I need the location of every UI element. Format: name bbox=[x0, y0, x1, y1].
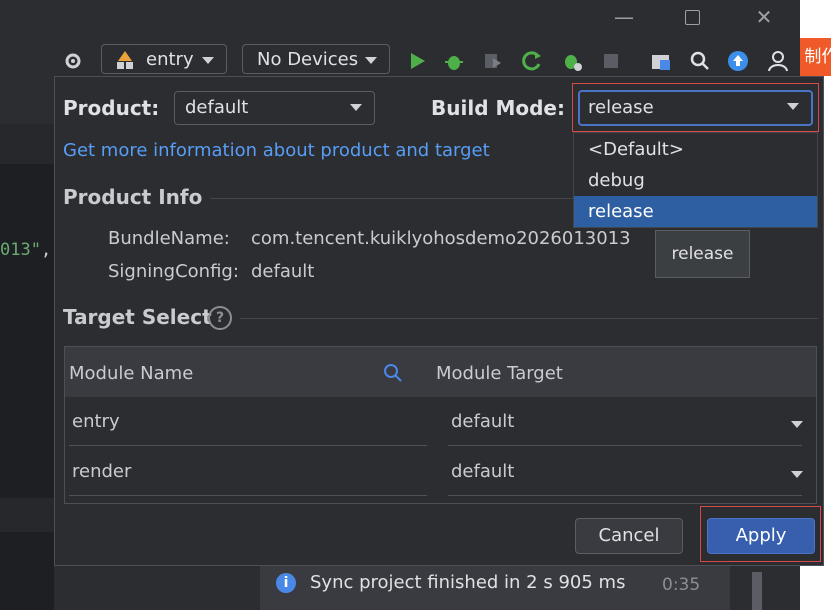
product-select[interactable]: default bbox=[174, 91, 375, 125]
column-header-module-target[interactable]: Module Target bbox=[436, 363, 563, 384]
build-mode-option-default[interactable]: <Default> bbox=[574, 134, 817, 165]
debug-icon[interactable] bbox=[443, 50, 465, 72]
code-comma: , bbox=[40, 240, 52, 260]
product-label: Product: bbox=[63, 96, 160, 120]
update-icon[interactable] bbox=[727, 50, 749, 72]
search-icon[interactable] bbox=[383, 363, 403, 383]
module-name-cell: render bbox=[72, 461, 132, 482]
section-divider bbox=[240, 318, 818, 319]
editor-current-line bbox=[0, 498, 54, 532]
tooltip-text: release bbox=[671, 244, 734, 264]
table-row[interactable]: entry default bbox=[65, 397, 816, 447]
device-selector-label: No Devices bbox=[257, 49, 359, 70]
attach-icon[interactable] bbox=[481, 50, 503, 72]
bundle-name-label: BundleName: bbox=[108, 228, 230, 249]
chevron-down-icon bbox=[365, 57, 377, 64]
minimize-button[interactable]: — bbox=[612, 6, 636, 30]
cell-underline bbox=[69, 445, 427, 446]
project-structure-icon[interactable] bbox=[650, 50, 672, 72]
module-target-select[interactable]: default bbox=[451, 411, 514, 432]
product-select-value: default bbox=[185, 97, 249, 118]
target-select-title: Target Select bbox=[63, 305, 212, 329]
cell-underline bbox=[448, 445, 802, 446]
module-icon bbox=[117, 51, 133, 69]
maximize-icon bbox=[684, 10, 700, 25]
chevron-down-icon bbox=[350, 104, 362, 111]
notification-time: 0:35 bbox=[662, 575, 701, 595]
run-icon[interactable] bbox=[406, 50, 428, 72]
code-string: 013" bbox=[0, 240, 41, 260]
build-mode-option-release[interactable]: release bbox=[574, 196, 817, 227]
side-tag: 制作 bbox=[799, 38, 831, 76]
cell-underline bbox=[69, 495, 427, 496]
chevron-down-icon bbox=[202, 57, 214, 64]
build-mode-dropdown: <Default> debug release bbox=[573, 132, 818, 228]
module-target-select[interactable]: default bbox=[451, 461, 514, 482]
editor-breadcrumb bbox=[0, 124, 54, 164]
minimize-icon: — bbox=[614, 5, 634, 29]
apply-button-label: Apply bbox=[735, 525, 787, 546]
build-mode-option-debug[interactable]: debug bbox=[574, 165, 817, 196]
signing-config-value: default bbox=[251, 261, 315, 282]
chevron-down-icon[interactable] bbox=[791, 471, 803, 478]
cell-underline bbox=[448, 495, 802, 496]
gear-icon[interactable] bbox=[62, 50, 84, 72]
cancel-button[interactable]: Cancel bbox=[575, 518, 683, 554]
chevron-down-icon[interactable] bbox=[791, 421, 803, 428]
maximize-button[interactable] bbox=[680, 6, 704, 30]
product-info-title: Product Info bbox=[63, 185, 203, 209]
bug-run-icon[interactable] bbox=[561, 50, 583, 72]
refresh-icon[interactable] bbox=[521, 50, 543, 72]
table-header: Module Name Module Target bbox=[65, 347, 816, 397]
build-mode-tooltip: release bbox=[655, 230, 750, 278]
stop-icon[interactable] bbox=[600, 50, 622, 72]
module-name-cell: entry bbox=[72, 411, 120, 432]
signing-config-label: SigningConfig: bbox=[108, 261, 239, 282]
target-table: Module Name Module Target entry default … bbox=[64, 346, 817, 504]
bundle-name-value: com.tencent.kuiklyohosdemo2026013013 bbox=[251, 228, 631, 249]
device-selector[interactable]: No Devices bbox=[242, 44, 390, 74]
profile-icon[interactable] bbox=[767, 50, 789, 72]
scrollbar[interactable] bbox=[752, 572, 762, 610]
code-fragment: 013", bbox=[0, 240, 51, 260]
table-row[interactable]: render default bbox=[65, 447, 816, 497]
help-icon[interactable]: ? bbox=[208, 306, 232, 330]
info-icon-glyph: i bbox=[283, 575, 289, 591]
info-icon: i bbox=[276, 573, 296, 593]
title-bar: — ✕ bbox=[0, 0, 800, 36]
search-icon[interactable] bbox=[689, 50, 711, 72]
cancel-button-label: Cancel bbox=[598, 525, 660, 546]
code-editor bbox=[0, 164, 54, 610]
build-config-dialog: Product: default Build Mode: Get more in… bbox=[54, 76, 831, 566]
build-mode-select[interactable]: release bbox=[578, 90, 813, 126]
close-icon: ✕ bbox=[755, 5, 773, 29]
editor-tab-bar bbox=[0, 84, 54, 124]
side-tag-text: 制作 bbox=[804, 47, 831, 67]
apply-button[interactable]: Apply bbox=[707, 518, 815, 554]
module-selector-label: entry bbox=[146, 49, 194, 70]
chevron-down-icon bbox=[787, 103, 799, 110]
module-selector[interactable]: entry bbox=[101, 44, 227, 74]
build-mode-select-value: release bbox=[588, 97, 654, 118]
sync-notification[interactable]: i Sync project finished in 2 s 905 ms 0:… bbox=[260, 566, 730, 610]
close-button[interactable]: ✕ bbox=[752, 6, 776, 30]
product-target-info-link[interactable]: Get more information about product and t… bbox=[63, 140, 490, 161]
notification-text: Sync project finished in 2 s 905 ms bbox=[310, 572, 626, 593]
build-mode-label: Build Mode: bbox=[431, 96, 565, 120]
column-header-module-name[interactable]: Module Name bbox=[69, 363, 193, 384]
help-icon-glyph: ? bbox=[215, 310, 225, 326]
